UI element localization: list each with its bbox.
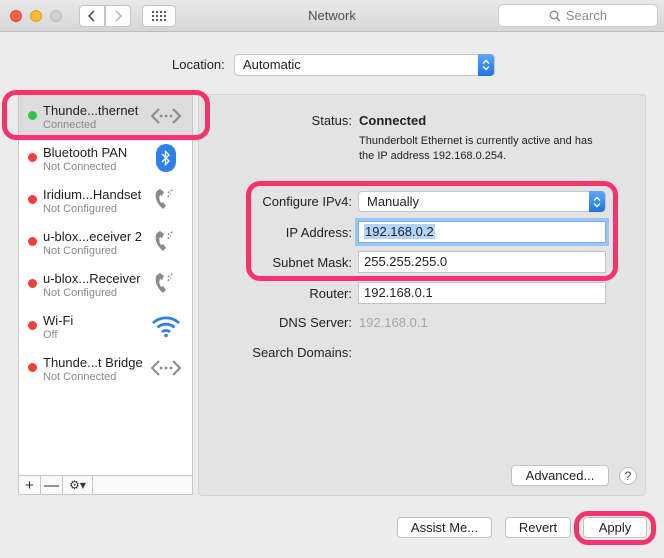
- gear-menu-button[interactable]: ⚙▾: [63, 476, 93, 494]
- location-value: Automatic: [243, 57, 301, 72]
- service-name: Iridium...Handset: [43, 187, 142, 202]
- service-status: Not Connected: [43, 371, 117, 383]
- search-placeholder: Search: [565, 8, 608, 23]
- annotation-highlight-service: [2, 90, 210, 140]
- service-item-u-blox-receiver-2[interactable]: u-blox...eceiver 2 Not Configured: [19, 221, 192, 263]
- advanced-button[interactable]: Advanced...: [511, 465, 609, 486]
- dns-server-label: DNS Server:: [279, 315, 352, 330]
- service-list: Thunde...thernet Connected Bluetooth PAN…: [18, 94, 193, 476]
- phone-icon: [151, 227, 181, 257]
- router-input[interactable]: 192.168.0.1: [358, 282, 606, 304]
- search-domains-label: Search Domains:: [252, 345, 352, 360]
- help-button[interactable]: ?: [619, 467, 637, 485]
- status-description: Thunderbolt Ethernet is currently active…: [359, 135, 593, 162]
- service-item-thunderbolt-bridge[interactable]: Thunde...t Bridge Not Connected: [19, 347, 192, 389]
- router-label: Router:: [309, 286, 352, 301]
- service-list-toolbar: + — ⚙▾: [18, 475, 193, 495]
- service-name: u-blox...Receiver: [43, 271, 141, 286]
- service-status: Not Configured: [43, 287, 117, 299]
- assist-me-button[interactable]: Assist Me...: [397, 517, 492, 538]
- location-select[interactable]: Automatic: [234, 54, 495, 76]
- status-value: Connected: [359, 113, 427, 128]
- service-name: Wi-Fi: [43, 313, 74, 328]
- status-dot: [28, 237, 37, 246]
- wifi-icon: [151, 311, 181, 341]
- ethernet-icon: [151, 353, 181, 383]
- status-label: Status:: [311, 113, 352, 128]
- annotation-highlight-apply: [574, 511, 656, 545]
- dns-server-value: 192.168.0.1: [359, 315, 428, 330]
- up-down-arrows-icon: [482, 59, 490, 71]
- status-dot: [28, 279, 37, 288]
- location-stepper: [478, 54, 494, 76]
- search-field[interactable]: Search: [498, 4, 658, 27]
- router-value: 192.168.0.1: [364, 285, 433, 300]
- status-dot: [28, 363, 37, 372]
- status-dot: [28, 321, 37, 330]
- phone-icon: [151, 269, 181, 299]
- service-item-wi-fi[interactable]: Wi-Fi Off: [19, 305, 192, 347]
- service-status: Not Configured: [43, 203, 117, 215]
- title-bar: Network Search: [0, 0, 664, 32]
- service-status: Off: [43, 329, 58, 341]
- service-item-iridium-handset[interactable]: Iridium...Handset Not Configured: [19, 179, 192, 221]
- phone-icon: [151, 185, 181, 215]
- status-dot: [28, 153, 37, 162]
- annotation-highlight-ip-settings: [246, 181, 618, 281]
- service-item-bluetooth-pan[interactable]: Bluetooth PAN Not Connected: [19, 137, 192, 179]
- remove-service-button[interactable]: —: [41, 476, 63, 494]
- status-dot: [28, 195, 37, 204]
- revert-button[interactable]: Revert: [505, 517, 571, 538]
- service-name: Bluetooth PAN: [43, 145, 128, 160]
- search-icon: [549, 10, 561, 22]
- service-item-u-blox-receiver[interactable]: u-blox...Receiver Not Configured: [19, 263, 192, 305]
- service-status: Not Configured: [43, 245, 117, 257]
- service-name: Thunde...t Bridge: [43, 355, 143, 370]
- location-label: Location:: [172, 57, 225, 72]
- bluetooth-icon: [151, 143, 181, 173]
- service-status: Not Connected: [43, 161, 117, 173]
- service-name: u-blox...eceiver 2: [43, 229, 142, 244]
- add-service-button[interactable]: +: [19, 476, 41, 494]
